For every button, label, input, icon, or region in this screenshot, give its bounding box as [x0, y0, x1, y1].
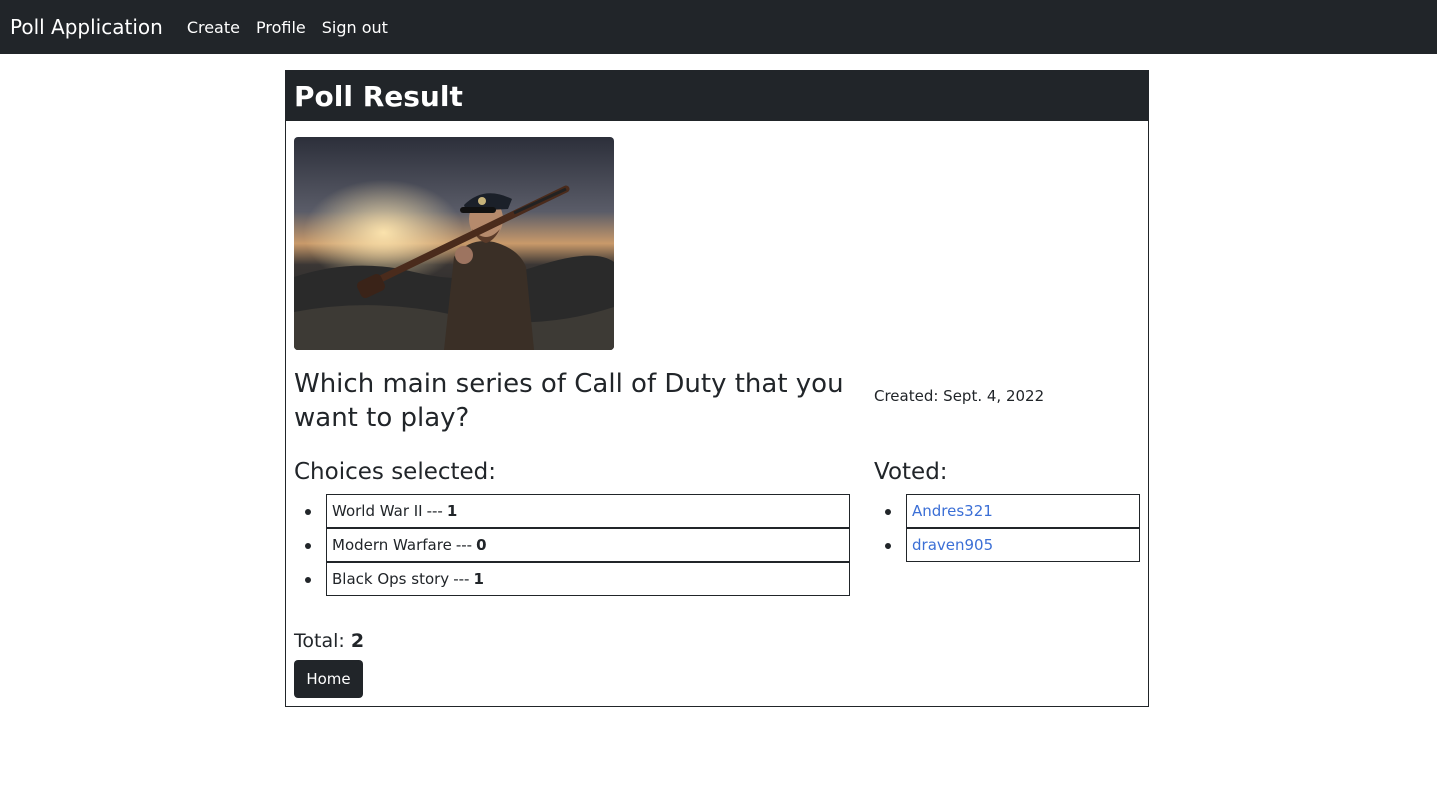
total-value: 2: [350, 630, 365, 652]
choice-item: Modern Warfare --- 0: [305, 528, 850, 562]
voter-item: Andres321: [885, 494, 1140, 528]
bullet-icon: [885, 509, 891, 515]
choice-label: Modern Warfare: [332, 536, 452, 554]
voters-list: Andres321 draven905: [874, 494, 1140, 562]
choice-item: World War II --- 1: [305, 494, 850, 528]
brand-link[interactable]: Poll Application: [10, 15, 163, 39]
choice-separator: ---: [455, 536, 473, 554]
choice-label: World War II: [332, 502, 423, 520]
choices-heading: Choices selected:: [294, 459, 497, 485]
page-title: Poll Result: [294, 79, 463, 113]
nav-create-link[interactable]: Create: [187, 18, 240, 37]
poll-result-card: Poll Result Which main series of Call of…: [285, 70, 1149, 707]
bullet-icon: [305, 543, 311, 549]
card-header: Poll Result: [286, 71, 1148, 121]
choice-label: Black Ops story: [332, 570, 450, 588]
nav-profile-link[interactable]: Profile: [256, 18, 306, 37]
choice-item: Black Ops story --- 1: [305, 562, 850, 596]
choice-count: 1: [446, 502, 458, 520]
home-button[interactable]: Home: [294, 660, 363, 698]
total-votes: Total: 2: [294, 630, 364, 652]
soldier-photo-illustration: [294, 137, 614, 350]
bullet-icon: [305, 577, 311, 583]
choice-separator: ---: [453, 570, 470, 588]
nav-sign-out-link[interactable]: Sign out: [322, 18, 388, 37]
choice-count: 0: [476, 536, 487, 554]
poll-image: [294, 137, 614, 350]
voter-link-andres321[interactable]: Andres321: [912, 502, 993, 520]
top-navbar: Poll Application Create Profile Sign out: [0, 0, 1437, 54]
choice-separator: ---: [426, 502, 443, 520]
total-label: Total:: [294, 630, 345, 652]
choice-count: 1: [473, 570, 484, 588]
bullet-icon: [885, 543, 891, 549]
choices-list: World War II --- 1 Modern Warfare --- 0 …: [294, 494, 850, 596]
voter-item: draven905: [885, 528, 1140, 562]
voted-heading: Voted:: [874, 459, 948, 485]
bullet-icon: [305, 509, 311, 515]
poll-question: Which main series of Call of Duty that y…: [294, 369, 844, 433]
voter-link-draven905[interactable]: draven905: [912, 536, 993, 554]
created-date: Created: Sept. 4, 2022: [874, 387, 1045, 405]
